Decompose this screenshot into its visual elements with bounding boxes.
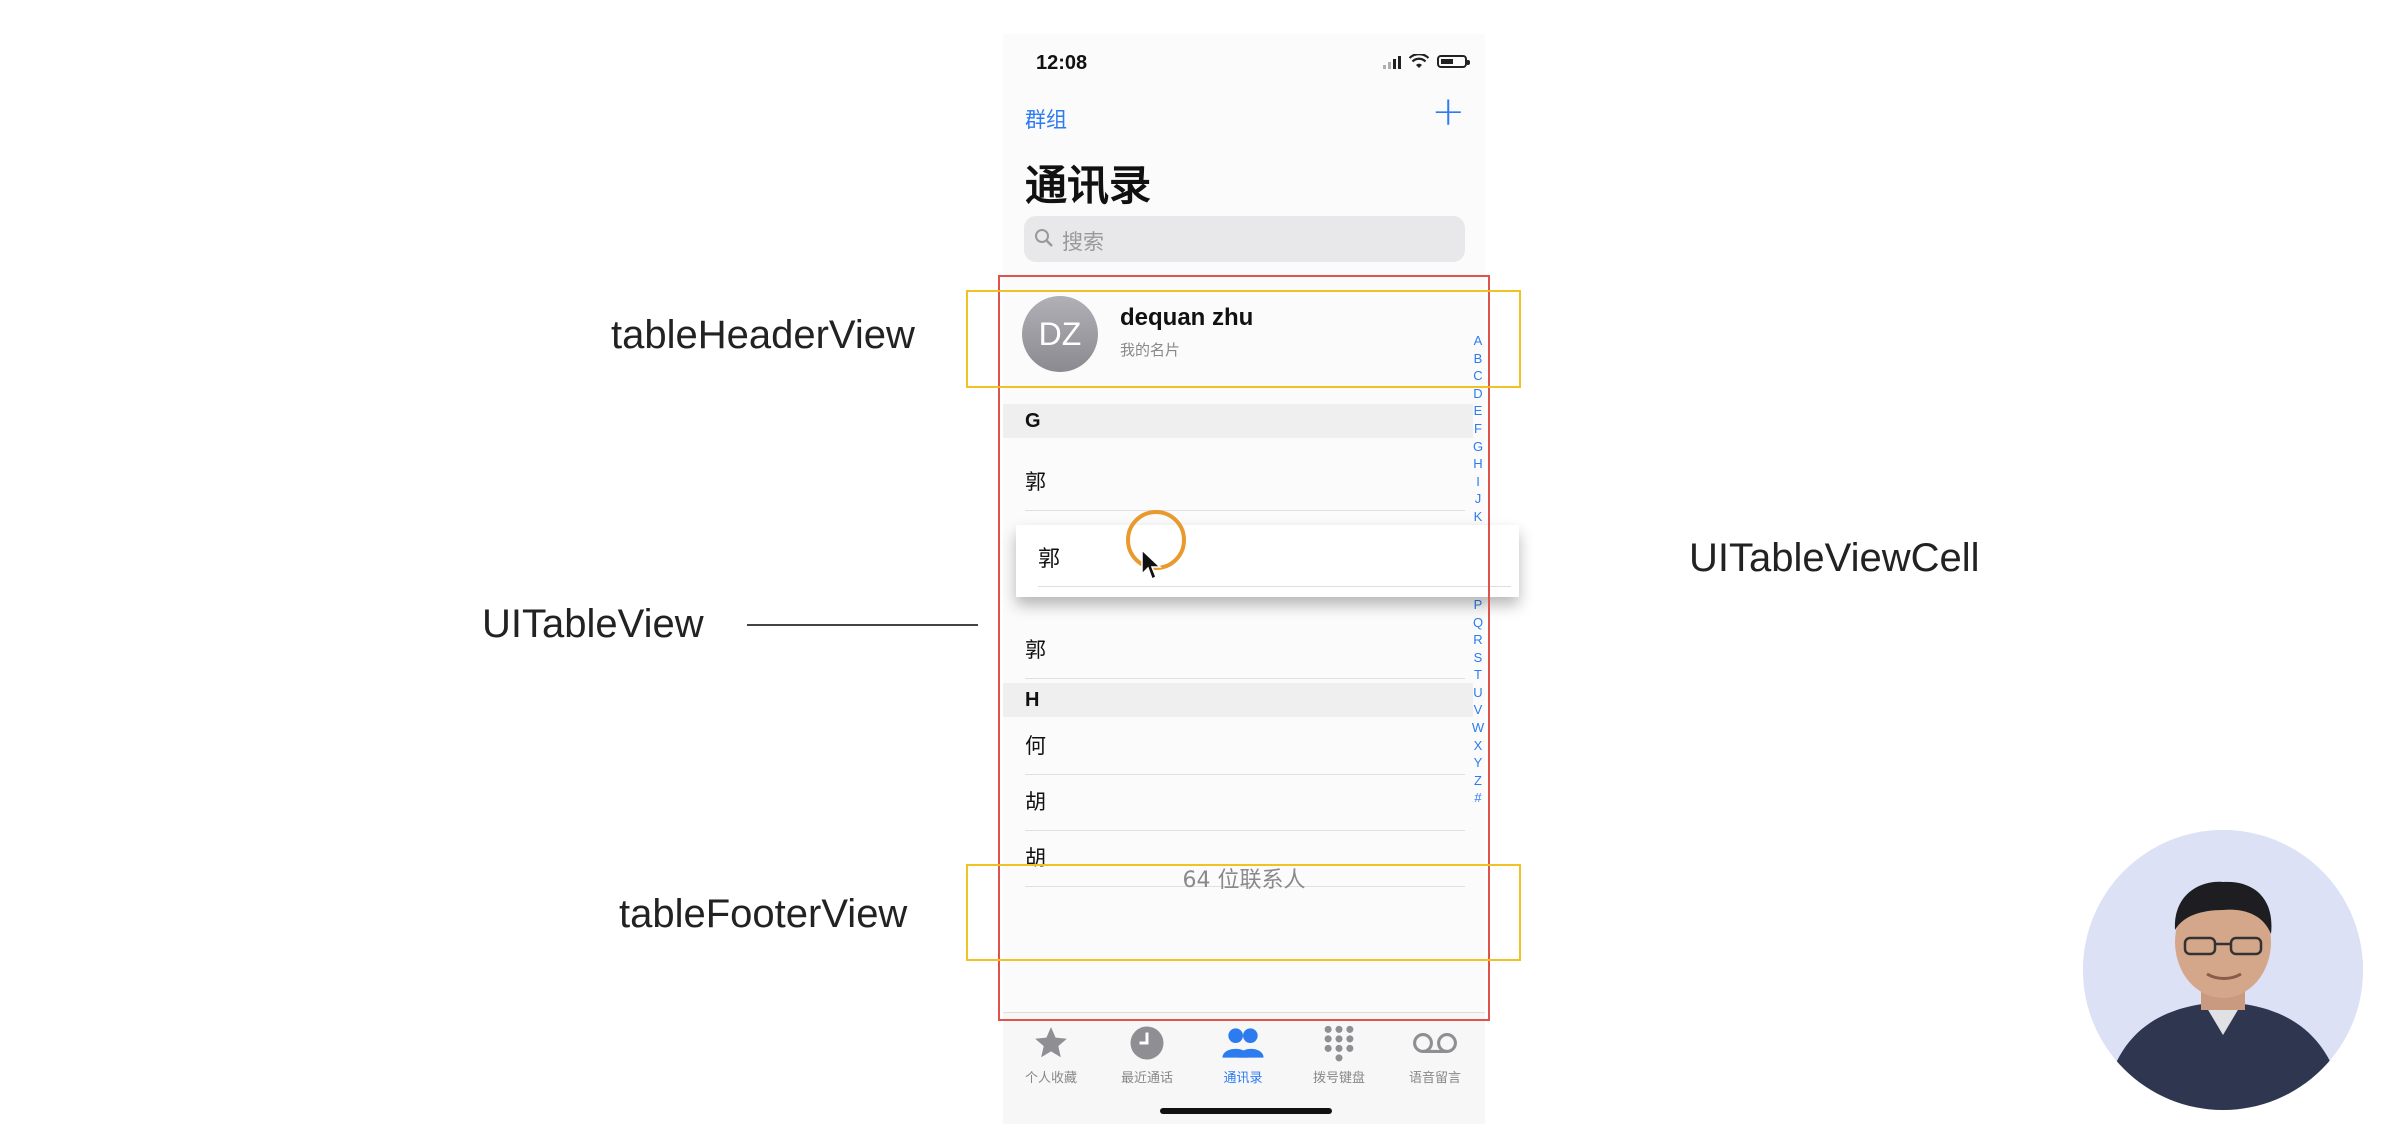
wifi-icon <box>1409 54 1429 68</box>
tab-label: 拨号键盘 <box>1312 1071 1365 1086</box>
tab-label: 通讯录 <box>1223 1071 1263 1086</box>
annotation-table-header-view: tableHeaderView <box>611 313 915 357</box>
contacts-icon <box>1222 1028 1264 1058</box>
signal-icon <box>1383 55 1401 69</box>
battery-icon <box>1437 55 1470 68</box>
add-contact-button[interactable]: + <box>1431 92 1465 132</box>
home-indicator <box>1160 1108 1332 1114</box>
table-header-view-outline <box>966 290 1521 388</box>
status-bar: 12:08 <box>1003 34 1485 94</box>
tab-contacts[interactable]: 通讯录 <box>1195 1021 1291 1086</box>
status-time: 12:08 <box>1036 52 1088 74</box>
star-icon <box>1035 1027 1067 1058</box>
tab-favorites[interactable]: 个人收藏 <box>1003 1021 1099 1086</box>
tab-keypad[interactable]: 拨号键盘 <box>1291 1021 1387 1086</box>
mouse-cursor-icon <box>1141 548 1162 581</box>
tab-recents[interactable]: 最近通话 <box>1099 1021 1195 1086</box>
groups-button[interactable]: 群组 <box>1025 104 1067 134</box>
status-icons <box>1383 54 1470 69</box>
tab-label: 语音留言 <box>1408 1071 1461 1086</box>
tab-label: 个人收藏 <box>1024 1071 1077 1086</box>
tab-voicemail[interactable]: 语音留言 <box>1387 1021 1483 1086</box>
presenter-image <box>2083 830 2363 1110</box>
search-icon <box>1035 229 1053 247</box>
annotation-table-view-cell: UITableViewCell <box>1689 536 1980 580</box>
tab-label: 最近通话 <box>1120 1071 1173 1086</box>
page-title: 通讯录 <box>1025 161 1152 210</box>
search-field[interactable]: 搜索 <box>1024 216 1465 262</box>
voicemail-icon <box>1413 1033 1457 1053</box>
keypad-icon <box>1324 1025 1354 1062</box>
annotation-connector-line <box>747 624 978 626</box>
annotation-table-view: UITableView <box>482 602 704 646</box>
table-footer-view-outline <box>966 864 1521 961</box>
presenter-webcam <box>2083 830 2363 1110</box>
search-placeholder: 搜索 <box>1062 230 1104 254</box>
clock-icon <box>1130 1026 1164 1060</box>
annotation-table-footer-view: tableFooterView <box>619 892 908 936</box>
